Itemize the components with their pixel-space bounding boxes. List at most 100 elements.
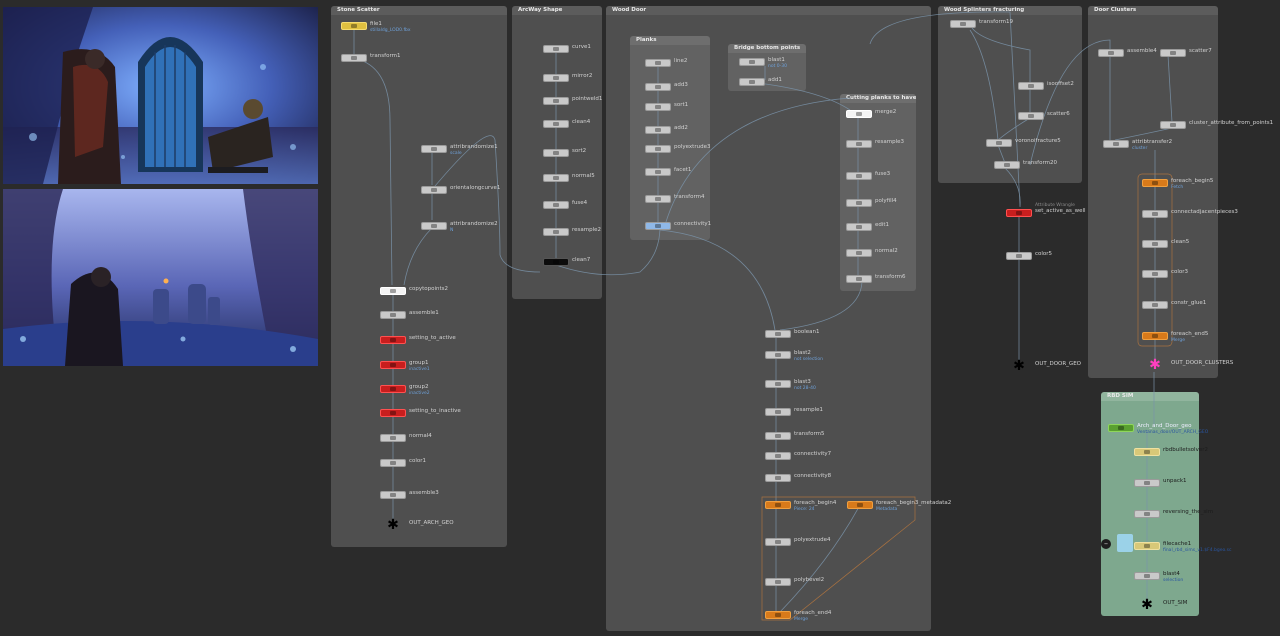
node-icon bbox=[341, 54, 367, 62]
node-group2[interactable]: group2 inactive2 bbox=[380, 383, 505, 396]
node-out-sim[interactable]: ✱ OUT_SIM bbox=[1134, 598, 1259, 612]
node-set-active-as-well[interactable]: set_active_as_well Attribute Wrangle bbox=[1006, 203, 1131, 220]
node-foreach-end4[interactable]: foreach_end4 Merge bbox=[765, 609, 890, 622]
node-label: assemble4 bbox=[1127, 48, 1157, 54]
node-polyextrude4[interactable]: polyextrude4 bbox=[765, 536, 890, 549]
node-label: merge2 bbox=[875, 109, 897, 115]
node-assemble3[interactable]: assemble3 bbox=[380, 489, 505, 502]
node-filecache1[interactable]: filecache1 final_rbd_sims_v1.$F4.bgeo.sc bbox=[1134, 540, 1259, 553]
node-icon bbox=[380, 385, 406, 393]
node-icon bbox=[765, 578, 791, 586]
node-icon bbox=[543, 201, 569, 209]
node-transform19[interactable]: transform19 bbox=[950, 18, 1075, 31]
node-unpack1[interactable]: unpack1 bbox=[1134, 477, 1259, 490]
node-transform20[interactable]: transform20 bbox=[994, 159, 1119, 172]
node-voronoifracture5[interactable]: voronoifracture5 bbox=[986, 137, 1111, 150]
node-out-door-clusters[interactable]: ✱ OUT_DOOR_CLUSTERS bbox=[1142, 358, 1267, 372]
node-polyextrude3[interactable]: polyextrude3 bbox=[645, 143, 770, 156]
node-clean7[interactable]: clean7 bbox=[543, 256, 668, 269]
node-transform5[interactable]: transform5 bbox=[765, 430, 890, 443]
node-merge2[interactable]: merge2 bbox=[846, 108, 971, 121]
collapse-toggle-icon[interactable]: – bbox=[1101, 539, 1111, 549]
node-color3[interactable]: color3 bbox=[1142, 268, 1267, 281]
node-arch-and-door-geo[interactable]: Arch_and_Door_geo Ventanas_door/OUT_ARCH_… bbox=[1108, 422, 1233, 435]
node-normal4[interactable]: normal4 bbox=[380, 432, 505, 445]
node-icon bbox=[380, 409, 406, 417]
node-icon bbox=[543, 74, 569, 82]
node-icon bbox=[1103, 140, 1129, 148]
node-color1[interactable]: color1 bbox=[380, 457, 505, 470]
node-curve1[interactable]: curve1 bbox=[543, 43, 668, 56]
node-file1[interactable]: file1 stillaldg_LOD0.fbx bbox=[341, 20, 466, 33]
node-transform4[interactable]: transform4 bbox=[645, 193, 770, 206]
node-reversing-the-sim[interactable]: reversing_the_sim bbox=[1134, 508, 1259, 521]
filecache-preview-thumbnail bbox=[1117, 534, 1133, 552]
node-connectivity1[interactable]: connectivity1 bbox=[645, 220, 770, 233]
node-blast3[interactable]: blast3 not 28-40 bbox=[765, 378, 890, 391]
node-resample1[interactable]: resample1 bbox=[765, 406, 890, 419]
node-constr-glue1[interactable]: constr_glue1 bbox=[1142, 299, 1267, 312]
node-icon bbox=[1134, 448, 1160, 456]
node-orientalongcurve1[interactable]: orientalongcurve1 bbox=[421, 184, 546, 197]
node-clean5[interactable]: clean5 bbox=[1142, 238, 1267, 251]
node-group1[interactable]: group1 inactive1 bbox=[380, 359, 505, 372]
node-boolean1[interactable]: boolean1 bbox=[765, 328, 890, 341]
node-out-arch-geo[interactable]: ✱ OUT_ARCH_GEO bbox=[380, 518, 505, 532]
node-sublabel: inactive2 bbox=[409, 391, 430, 396]
node-sublabel: Attribute Wrangle bbox=[1035, 203, 1075, 208]
node-scatter6[interactable]: scatter6 bbox=[1018, 110, 1143, 123]
node-blast4[interactable]: blast4 selection bbox=[1134, 570, 1259, 583]
node-attribtransfer2[interactable]: attribtransfer2 cluster bbox=[1103, 138, 1228, 151]
node-icon bbox=[543, 120, 569, 128]
node-foreach-end5[interactable]: foreach_end5 Merge bbox=[1142, 330, 1267, 343]
node-connectadjacentpieces3[interactable]: connectadjacentpieces3 bbox=[1142, 208, 1267, 221]
node-isooffset2[interactable]: isooffset2 bbox=[1018, 80, 1143, 93]
node-label: assemble1 bbox=[409, 310, 439, 316]
node-icon bbox=[1160, 121, 1186, 129]
node-setting-to-active[interactable]: setting_to_active bbox=[380, 334, 505, 347]
node-label: foreach_end4 bbox=[794, 610, 832, 616]
node-label: clean4 bbox=[572, 119, 591, 125]
node-label: constr_glue1 bbox=[1171, 300, 1207, 306]
node-transform6[interactable]: transform6 bbox=[846, 273, 971, 286]
node-facet1[interactable]: facet1 bbox=[645, 166, 770, 179]
node-foreach-begin5[interactable]: foreach_begin5 Fetch bbox=[1142, 177, 1267, 190]
node-blast1[interactable]: blast1 not 0-30 bbox=[739, 56, 864, 69]
node-copytopoints2[interactable]: copytopoints2 bbox=[380, 285, 505, 298]
node-icon bbox=[380, 361, 406, 369]
node-rbdbulletsolver2[interactable]: rbdbulletsolver2 bbox=[1134, 446, 1259, 459]
node-icon bbox=[846, 140, 872, 148]
node-blast2[interactable]: blast2 not selection bbox=[765, 349, 890, 362]
node-attribrandomize1[interactable]: attribrandomize1 scale bbox=[421, 143, 546, 156]
node-transform1[interactable]: transform1 bbox=[341, 52, 466, 65]
node-resample3[interactable]: resample3 bbox=[846, 138, 971, 151]
node-icon bbox=[1142, 332, 1168, 340]
node-normal2[interactable]: normal2 bbox=[846, 247, 971, 260]
node-attribrandomize2[interactable]: attribrandomize2 N bbox=[421, 220, 546, 233]
node-icon bbox=[739, 78, 765, 86]
node-label: pointweld1 bbox=[572, 96, 603, 102]
node-assemble1[interactable]: assemble1 bbox=[380, 309, 505, 322]
node-color5[interactable]: color5 bbox=[1006, 250, 1131, 263]
node-cluster-attribute-from-points1[interactable]: cluster_attribute_from_points1 bbox=[1160, 119, 1280, 132]
node-label: reversing_the_sim bbox=[1163, 509, 1214, 515]
node-add2[interactable]: add2 bbox=[645, 124, 770, 137]
node-out-door-geo[interactable]: ✱ OUT_DOOR_GEO bbox=[1006, 359, 1131, 373]
node-scatter7[interactable]: scatter7 bbox=[1160, 47, 1280, 60]
node-edit1[interactable]: edit1 bbox=[846, 221, 971, 234]
node-label: filecache1 bbox=[1163, 541, 1192, 547]
node-label: setting_to_inactive bbox=[409, 408, 461, 414]
node-label: resample1 bbox=[794, 407, 824, 413]
node-connectivity7[interactable]: connectivity7 bbox=[765, 450, 890, 463]
node-sublabel: Merge bbox=[794, 617, 809, 622]
node-fuse3[interactable]: fuse3 bbox=[846, 170, 971, 183]
node-foreach-begin3-metadata2[interactable]: foreach_begin3_metadata2 Metadata bbox=[847, 499, 972, 512]
node-sort1[interactable]: sort1 bbox=[645, 101, 770, 114]
node-add1[interactable]: add1 bbox=[739, 76, 864, 89]
node-connectivity8[interactable]: connectivity8 bbox=[765, 472, 890, 485]
node-polyfill4[interactable]: polyfill4 bbox=[846, 197, 971, 210]
node-setting-to-inactive[interactable]: setting_to_inactive bbox=[380, 407, 505, 420]
node-icon bbox=[421, 186, 447, 194]
node-icon bbox=[421, 222, 447, 230]
node-polybevel2[interactable]: polybevel2 bbox=[765, 576, 890, 589]
